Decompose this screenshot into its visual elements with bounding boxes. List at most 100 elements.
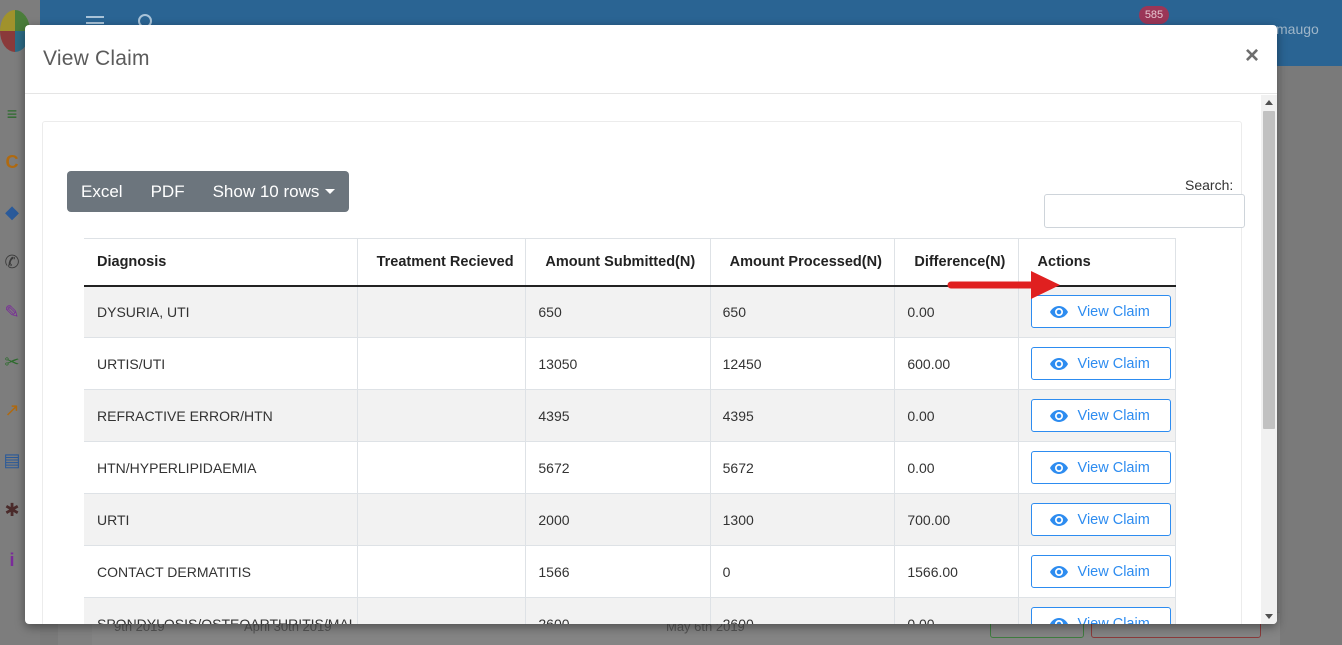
cell-actions: View Claim	[1017, 545, 1177, 598]
cell-amount-processed: 0	[709, 545, 896, 598]
eye-icon	[1049, 409, 1068, 422]
cell-amount-processed: 4395	[709, 389, 896, 442]
cell-actions: View Claim	[1017, 441, 1177, 494]
cell-amount-submitted: 13050	[525, 337, 711, 390]
info-icon: i	[9, 550, 15, 570]
excel-button[interactable]: Excel	[67, 171, 137, 212]
view-claim-label: View Claim	[1077, 563, 1150, 580]
notification-badge[interactable]: 585	[1139, 6, 1169, 24]
pen-icon: ✎	[4, 302, 20, 322]
cell-amount-processed: 2600	[709, 597, 896, 624]
cell-difference: 700.00	[894, 493, 1019, 546]
cell-amount-processed: 650	[709, 285, 896, 338]
cell-treatment	[356, 441, 527, 494]
layers-icon: ≡	[6, 104, 18, 124]
cell-difference: 0.00	[894, 441, 1019, 494]
eye-icon	[1049, 565, 1068, 578]
cell-amount-submitted: 1566	[525, 545, 711, 598]
view-claim-button[interactable]: View Claim	[1030, 399, 1171, 432]
eye-icon	[1049, 357, 1068, 370]
cell-amount-submitted: 5672	[525, 441, 711, 494]
column-header-diagnosis[interactable]: Diagnosis	[84, 238, 358, 287]
cell-amount-submitted: 650	[525, 285, 711, 338]
asterisk-icon: ✱	[4, 500, 20, 520]
show-rows-dropdown[interactable]: Show 10 rows	[199, 171, 350, 212]
menu-icon[interactable]	[86, 16, 104, 18]
view-claim-button[interactable]: View Claim	[1030, 451, 1171, 484]
table-row: URTI 2000 1300 700.00 View Claim	[84, 493, 1177, 546]
red-arrow-annotation	[947, 271, 1060, 299]
cell-diagnosis: REFRACTIVE ERROR/HTN	[84, 389, 358, 442]
cell-amount-processed: 5672	[709, 441, 896, 494]
cell-treatment	[356, 389, 527, 442]
scrollbar-thumb[interactable]	[1263, 111, 1275, 429]
view-claim-button[interactable]: View Claim	[1030, 347, 1171, 380]
cell-difference: 600.00	[894, 337, 1019, 390]
scroll-up-arrow-icon[interactable]	[1265, 100, 1273, 105]
cell-amount-processed: 12450	[709, 337, 896, 390]
cell-diagnosis: HTN/HYPERLIPIDAEMIA	[84, 441, 358, 494]
modal-header: View Claim ×	[25, 25, 1277, 94]
cell-amount-submitted: 2600	[525, 597, 711, 624]
cell-difference: 0.00	[894, 597, 1019, 624]
cell-actions: View Claim	[1017, 389, 1177, 442]
view-claim-button[interactable]: View Claim	[1030, 503, 1171, 536]
cell-amount-processed: 1300	[709, 493, 896, 546]
table-row: CONTACT DERMATITIS 1566 0 1566.00 View C…	[84, 545, 1177, 598]
cell-diagnosis: CONTACT DERMATITIS	[84, 545, 358, 598]
user-name[interactable]: maugo	[1276, 21, 1319, 37]
cell-treatment	[356, 493, 527, 546]
search-input[interactable]	[1044, 194, 1245, 228]
cell-treatment	[356, 597, 527, 624]
export-button-group: Excel PDF Show 10 rows	[67, 171, 350, 212]
eye-icon	[1049, 617, 1068, 624]
tag-icon: ◆	[5, 202, 19, 222]
chart-icon: ↗	[4, 400, 20, 420]
search-label: Search:	[1185, 177, 1234, 193]
view-claim-modal: View Claim × Excel PDF Show 10 rows Sear…	[25, 25, 1277, 624]
cell-treatment	[356, 337, 527, 390]
eye-icon	[1049, 513, 1068, 526]
cell-diagnosis: URTI	[84, 493, 358, 546]
table-row: REFRACTIVE ERROR/HTN 4395 4395 0.00 View…	[84, 389, 1177, 442]
cell-amount-submitted: 4395	[525, 389, 711, 442]
cell-difference: 0.00	[894, 389, 1019, 442]
view-claim-label: View Claim	[1077, 511, 1150, 528]
pdf-button[interactable]: PDF	[137, 171, 199, 212]
column-header-amount-processed[interactable]: Amount Processed(N)	[709, 238, 895, 287]
close-icon[interactable]: ×	[1245, 44, 1259, 68]
table-row: HTN/HYPERLIPIDAEMIA 5672 5672 0.00 View …	[84, 441, 1177, 494]
claims-table-container: Diagnosis Treatment Recieved Amount Subm…	[84, 238, 1236, 624]
cell-actions: View Claim	[1017, 337, 1177, 390]
cell-actions: View Claim	[1017, 597, 1177, 625]
cell-diagnosis: URTIS/UTI	[84, 337, 358, 390]
table-row: SPONDYLOSIS/OSTEOARTHRITIS/MAL 2600 2600…	[84, 597, 1177, 625]
c-logo-icon: C	[5, 152, 19, 172]
cell-diagnosis: DYSURIA, UTI	[84, 285, 358, 338]
view-claim-label: View Claim	[1077, 459, 1150, 476]
cell-treatment	[356, 545, 527, 598]
view-claim-label: View Claim	[1077, 303, 1150, 320]
eye-icon	[1049, 305, 1068, 318]
scroll-down-arrow-icon[interactable]	[1265, 614, 1273, 619]
table-row: URTIS/UTI 13050 12450 600.00 View Claim	[84, 337, 1177, 390]
cell-amount-submitted: 2000	[525, 493, 711, 546]
modal-scrollbar[interactable]	[1261, 95, 1277, 624]
view-claim-label: View Claim	[1077, 615, 1150, 625]
column-header-treatment[interactable]: Treatment Recieved	[356, 238, 526, 287]
view-claim-label: View Claim	[1077, 407, 1150, 424]
cell-treatment	[356, 285, 527, 338]
claims-card: Excel PDF Show 10 rows Search: Diagnosis…	[42, 121, 1245, 624]
phone-icon: ✆	[4, 252, 20, 272]
tools-icon: ✂	[4, 352, 20, 372]
column-header-amount-submitted[interactable]: Amount Submitted(N)	[525, 238, 711, 287]
view-claim-label: View Claim	[1077, 355, 1150, 372]
view-claim-button[interactable]: View Claim	[1030, 607, 1171, 625]
view-claim-button[interactable]: View Claim	[1030, 555, 1171, 588]
cell-actions: View Claim	[1017, 493, 1177, 546]
modal-title: View Claim	[43, 47, 150, 70]
cell-difference: 1566.00	[894, 545, 1019, 598]
eye-icon	[1049, 461, 1068, 474]
modal-body: Excel PDF Show 10 rows Search: Diagnosis…	[25, 95, 1261, 624]
document-icon: ▤	[3, 450, 21, 470]
